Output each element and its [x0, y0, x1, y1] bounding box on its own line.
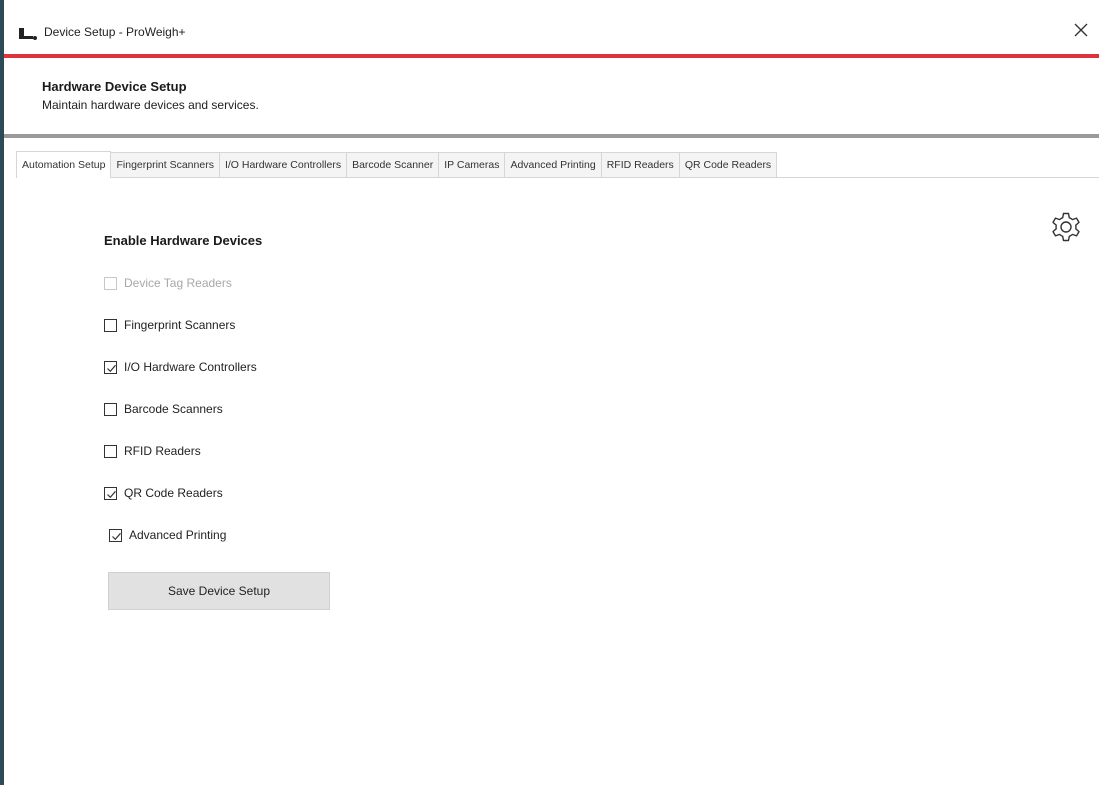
checkbox-barcode-scanners[interactable]: Barcode Scanners	[104, 399, 223, 419]
tab-qr-code-readers[interactable]: QR Code Readers	[678, 152, 778, 177]
checkbox-label: Fingerprint Scanners	[124, 318, 236, 332]
checkbox-box	[104, 276, 117, 290]
tab-io-hardware-controllers[interactable]: I/O Hardware Controllers	[218, 152, 348, 177]
checkbox-rfid-readers[interactable]: RFID Readers	[104, 441, 201, 461]
checkbox-label: I/O Hardware Controllers	[124, 360, 257, 374]
title-bar: Device Setup - ProWeigh+	[4, 0, 1099, 54]
header-panel: Hardware Device Setup Maintain hardware …	[4, 58, 1099, 134]
tab-strip: Automation Setup Fingerprint Scanners I/…	[16, 151, 1099, 178]
gear-icon	[1052, 212, 1080, 242]
close-icon	[1074, 23, 1088, 37]
tab-ip-cameras[interactable]: IP Cameras	[438, 152, 506, 177]
window-title: Device Setup - ProWeigh+	[44, 25, 186, 39]
checkbox-label: Device Tag Readers	[124, 276, 232, 290]
checkbox-label: Barcode Scanners	[124, 402, 223, 416]
checkbox-box[interactable]	[104, 360, 117, 374]
checkmark-icon	[107, 490, 116, 498]
checkbox-fingerprint-scanners[interactable]: Fingerprint Scanners	[104, 315, 235, 335]
automation-setup-panel: Enable Hardware Devices Device Tag Reade…	[16, 178, 1099, 785]
checkbox-box[interactable]	[109, 528, 122, 542]
section-title: Enable Hardware Devices	[104, 233, 263, 248]
checkmark-icon	[112, 532, 121, 540]
close-button[interactable]	[1069, 18, 1093, 42]
header-divider	[4, 134, 1099, 138]
tab-fingerprint-scanners[interactable]: Fingerprint Scanners	[110, 152, 220, 177]
page-subtitle: Maintain hardware devices and services.	[42, 98, 259, 112]
checkbox-box[interactable]	[104, 444, 117, 458]
device-setup-window: Device Setup - ProWeigh+ Hardware Device…	[4, 0, 1099, 785]
checkbox-label: Advanced Printing	[129, 528, 227, 542]
checkbox-label: RFID Readers	[124, 444, 201, 458]
checkbox-label: QR Code Readers	[124, 486, 223, 500]
checkbox-device-tag-readers: Device Tag Readers	[104, 273, 232, 293]
tab-rfid-readers[interactable]: RFID Readers	[600, 152, 680, 177]
tab-barcode-scanner[interactable]: Barcode Scanner	[346, 152, 440, 177]
tab-advanced-printing[interactable]: Advanced Printing	[504, 152, 602, 177]
checkmark-icon	[107, 364, 116, 372]
checkbox-qr-code-readers[interactable]: QR Code Readers	[104, 483, 223, 503]
checkbox-box[interactable]	[104, 486, 117, 500]
tab-automation-setup[interactable]: Automation Setup	[16, 151, 112, 178]
checkbox-advanced-printing[interactable]: Advanced Printing	[109, 525, 226, 545]
page-title: Hardware Device Setup	[42, 79, 187, 94]
save-device-setup-button[interactable]: Save Device Setup	[108, 572, 330, 610]
checkbox-box[interactable]	[104, 318, 117, 332]
checkbox-io-hardware-controllers[interactable]: I/O Hardware Controllers	[104, 357, 257, 377]
checkbox-box[interactable]	[104, 402, 117, 416]
scale-icon	[19, 28, 37, 40]
settings-button[interactable]	[1047, 208, 1085, 246]
